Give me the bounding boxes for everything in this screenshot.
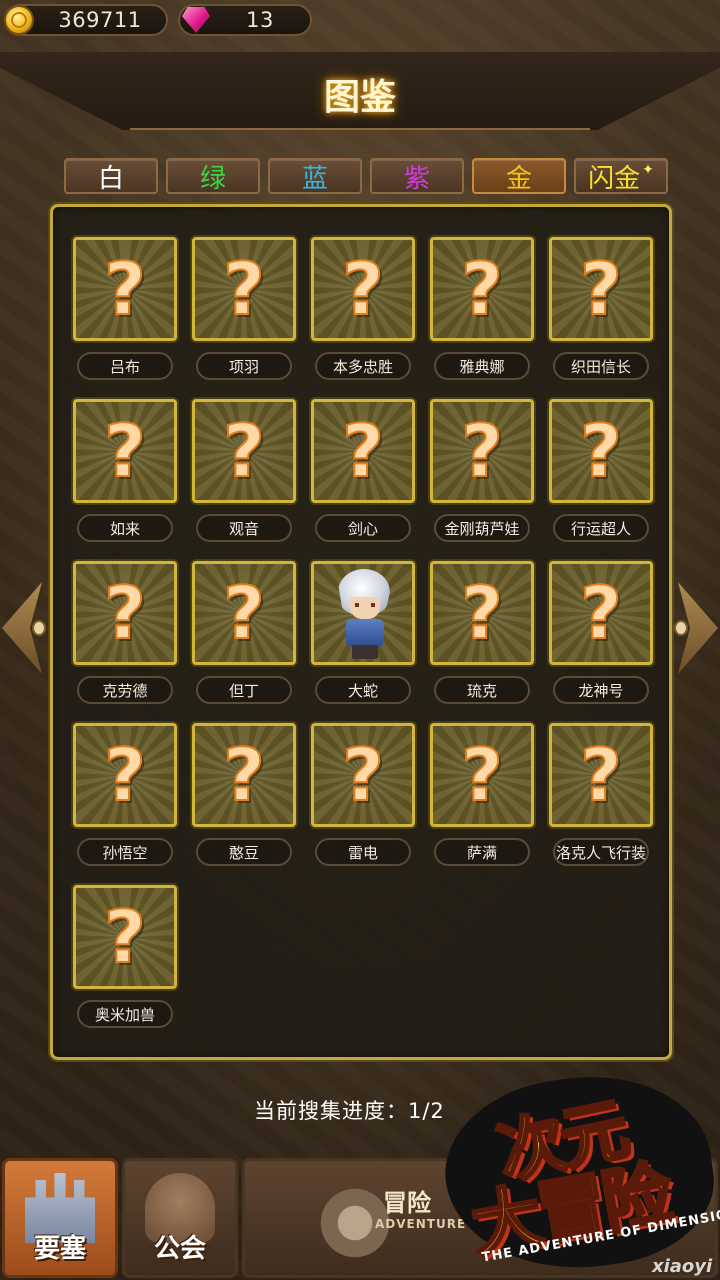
- card-name-label: 奥米加兽: [77, 1000, 173, 1028]
- tab-rarity-2[interactable]: 蓝: [268, 158, 362, 194]
- collection-card[interactable]: ?: [311, 399, 415, 503]
- tab-rarity-5[interactable]: 闪金 ✦: [574, 158, 668, 194]
- collection-panel: ? 吕布? 项羽? 本多忠胜? 雅典娜? 织田信长? 如来? 观音? 剑心? 金刚葫芦娃? 行运超人…: [50, 204, 672, 1060]
- question-mark-icon: ?: [103, 247, 147, 331]
- coin-counter: 369711: [4, 4, 168, 36]
- collection-card[interactable]: ?: [311, 237, 415, 341]
- gem-amount: 13: [246, 8, 274, 32]
- coin-amount: 369711: [58, 8, 142, 32]
- page-title: 图鉴: [323, 77, 396, 118]
- collection-card[interactable]: ?: [73, 561, 177, 665]
- question-mark-icon: ?: [579, 571, 623, 655]
- collection-card[interactable]: ?: [430, 237, 534, 341]
- collection-card[interactable]: ?: [549, 399, 653, 503]
- watermark: xiaoyi: [652, 1256, 713, 1277]
- coin-icon: [4, 5, 34, 35]
- collection-card[interactable]: ?: [192, 237, 296, 341]
- nav-guild-button[interactable]: 公会: [122, 1158, 238, 1278]
- gem-icon: [182, 7, 210, 33]
- question-mark-icon: ?: [103, 409, 147, 493]
- card-name-label: 行运超人: [553, 514, 649, 542]
- card-name-label: 克劳德: [77, 676, 173, 704]
- collection-card[interactable]: ?: [192, 561, 296, 665]
- rarity-tabs: 白 绿 蓝 紫 金 闪金 ✦: [64, 158, 668, 194]
- tab-label: 蓝: [301, 163, 328, 194]
- tab-rarity-4[interactable]: 金: [472, 158, 566, 194]
- tab-label: 闪金: [588, 163, 641, 194]
- card-name-label: 本多忠胜: [315, 352, 411, 380]
- question-mark-icon: ?: [460, 409, 504, 493]
- collection-card[interactable]: ?: [430, 561, 534, 665]
- gem-counter: 13: [178, 4, 312, 36]
- tab-label: 白: [97, 163, 124, 194]
- collection-progress: 当前搜集进度：1/2: [254, 1099, 445, 1123]
- question-mark-icon: ?: [103, 733, 147, 817]
- collection-card[interactable]: ?: [549, 561, 653, 665]
- card-name-label: 吕布: [77, 352, 173, 380]
- question-mark-icon: ?: [579, 247, 623, 331]
- tab-label: 绿: [199, 163, 226, 194]
- collection-card[interactable]: ?: [430, 399, 534, 503]
- nav-fortress-button[interactable]: 要塞: [2, 1158, 118, 1278]
- nav-fortress-label: 要塞: [33, 1234, 86, 1264]
- question-mark-icon: ?: [341, 409, 385, 493]
- card-name-label: 萨满: [434, 838, 530, 866]
- collection-card[interactable]: ?: [73, 723, 177, 827]
- card-name-label: 龙神号: [553, 676, 649, 704]
- card-name-label: 雷电: [315, 838, 411, 866]
- tab-rarity-1[interactable]: 绿: [166, 158, 260, 194]
- question-mark-icon: ?: [341, 247, 385, 331]
- character-portrait: [328, 565, 398, 661]
- card-name-label: 憨豆: [196, 838, 292, 866]
- card-name-label: 金刚葫芦娃: [434, 514, 530, 542]
- card-name-label: 观音: [196, 514, 292, 542]
- question-mark-icon: ?: [579, 409, 623, 493]
- sparkle-icon: ✦: [642, 162, 654, 178]
- card-name-label: 但丁: [196, 676, 292, 704]
- question-mark-icon: ?: [460, 733, 504, 817]
- question-mark-icon: ?: [222, 733, 266, 817]
- game-logo: 次元 大冒险 THE ADVENTURE OF DIMENSION: [434, 1058, 720, 1280]
- collection-card[interactable]: ?: [549, 723, 653, 827]
- collection-card[interactable]: ?: [73, 399, 177, 503]
- card-name-label: 大蛇: [315, 676, 411, 704]
- prev-page-arrow[interactable]: [2, 582, 46, 674]
- tab-label: 金: [505, 163, 532, 194]
- question-mark-icon: ?: [103, 895, 147, 979]
- question-mark-icon: ?: [103, 571, 147, 655]
- next-page-arrow[interactable]: [674, 582, 718, 674]
- collection-card[interactable]: ?: [430, 723, 534, 827]
- card-name-label: 如来: [77, 514, 173, 542]
- nav-adventure-label: 冒险: [383, 1189, 431, 1217]
- tab-label: 紫: [403, 163, 430, 194]
- card-name-label: 织田信长: [553, 352, 649, 380]
- card-name-label: 琉克: [434, 676, 530, 704]
- collection-card[interactable]: ?: [73, 237, 177, 341]
- question-mark-icon: ?: [222, 247, 266, 331]
- card-name-label: 孙悟空: [77, 838, 173, 866]
- collection-card[interactable]: ?: [311, 723, 415, 827]
- card-name-label: 项羽: [196, 352, 292, 380]
- collection-card[interactable]: ?: [549, 237, 653, 341]
- collection-card[interactable]: ?: [192, 723, 296, 827]
- collection-card[interactable]: ?: [192, 399, 296, 503]
- card-name-label: 剑心: [315, 514, 411, 542]
- tab-rarity-3[interactable]: 紫: [370, 158, 464, 194]
- card-name-label: 雅典娜: [434, 352, 530, 380]
- question-mark-icon: ?: [460, 571, 504, 655]
- card-name-label: 洛克人飞行装: [553, 838, 649, 866]
- question-mark-icon: ?: [460, 247, 504, 331]
- collection-card[interactable]: [311, 561, 415, 665]
- nav-guild-label: 公会: [153, 1234, 206, 1264]
- tab-rarity-0[interactable]: 白: [64, 158, 158, 194]
- question-mark-icon: ?: [222, 409, 266, 493]
- question-mark-icon: ?: [579, 733, 623, 817]
- question-mark-icon: ?: [222, 571, 266, 655]
- question-mark-icon: ?: [341, 733, 385, 817]
- collection-card[interactable]: ?: [73, 885, 177, 989]
